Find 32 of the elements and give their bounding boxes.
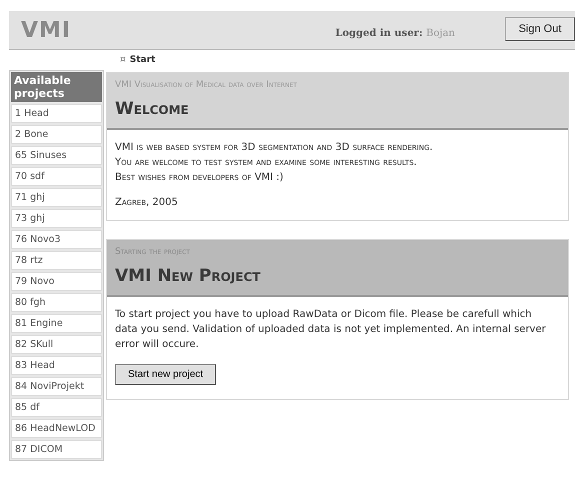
- project-link[interactable]: 2 Bone: [11, 125, 102, 144]
- breadcrumb-link[interactable]: Start: [130, 55, 156, 65]
- sign-out-button[interactable]: Sign Out: [505, 17, 575, 41]
- project-link[interactable]: 73 ghj: [11, 209, 102, 228]
- project-link[interactable]: 76 Novo3: [11, 230, 102, 249]
- welcome-line: Best wishes from developers of VMI :): [115, 171, 284, 185]
- logo: VMI: [21, 16, 72, 44]
- sidebar-title: Available projects: [11, 72, 102, 102]
- project-link[interactable]: 84 NoviProjekt: [11, 377, 102, 396]
- project-link[interactable]: 87 DICOM: [11, 440, 102, 459]
- panel-footer: Zagreb, 2005: [115, 195, 178, 210]
- project-link[interactable]: 85 df: [11, 398, 102, 417]
- project-link[interactable]: 71 ghj: [11, 188, 102, 207]
- panel-title: Welcome: [115, 98, 189, 120]
- panel-subtitle: VMI Visualisation of Medical data over Internet: [115, 79, 297, 92]
- start-project-button[interactable]: Start new project: [115, 364, 216, 385]
- project-link[interactable]: 83 Head: [11, 356, 102, 375]
- project-link[interactable]: 86 HeadNewLOD: [11, 419, 102, 438]
- project-link[interactable]: 81 Engine: [11, 314, 102, 333]
- project-link[interactable]: 79 Novo: [11, 272, 102, 291]
- project-link[interactable]: 80 fgh: [11, 293, 102, 312]
- logged-in-user: Logged in user: Bojan: [335, 26, 455, 40]
- project-link[interactable]: 70 sdf: [11, 167, 102, 186]
- breadcrumb-marker: ¤: [120, 55, 126, 65]
- panel-text: To start project you have to upload RawData or Dicom file. Please be carefull which data you send. Validation of uploaded data is not yet implemented. An internal server error will occure.: [115, 308, 547, 352]
- project-link[interactable]: 1 Head: [11, 104, 102, 123]
- welcome-line: VMI is web based system for 3D segmentation and 3D surface rendering.: [115, 141, 433, 155]
- project-link[interactable]: 78 rtz: [11, 251, 102, 270]
- welcome-line: You are welcome to test system and examine some interesting results.: [115, 156, 417, 170]
- panel-title: VMI New Project: [115, 264, 260, 288]
- project-link[interactable]: 82 SKull: [11, 335, 102, 354]
- project-link[interactable]: 65 Sinuses: [11, 146, 102, 165]
